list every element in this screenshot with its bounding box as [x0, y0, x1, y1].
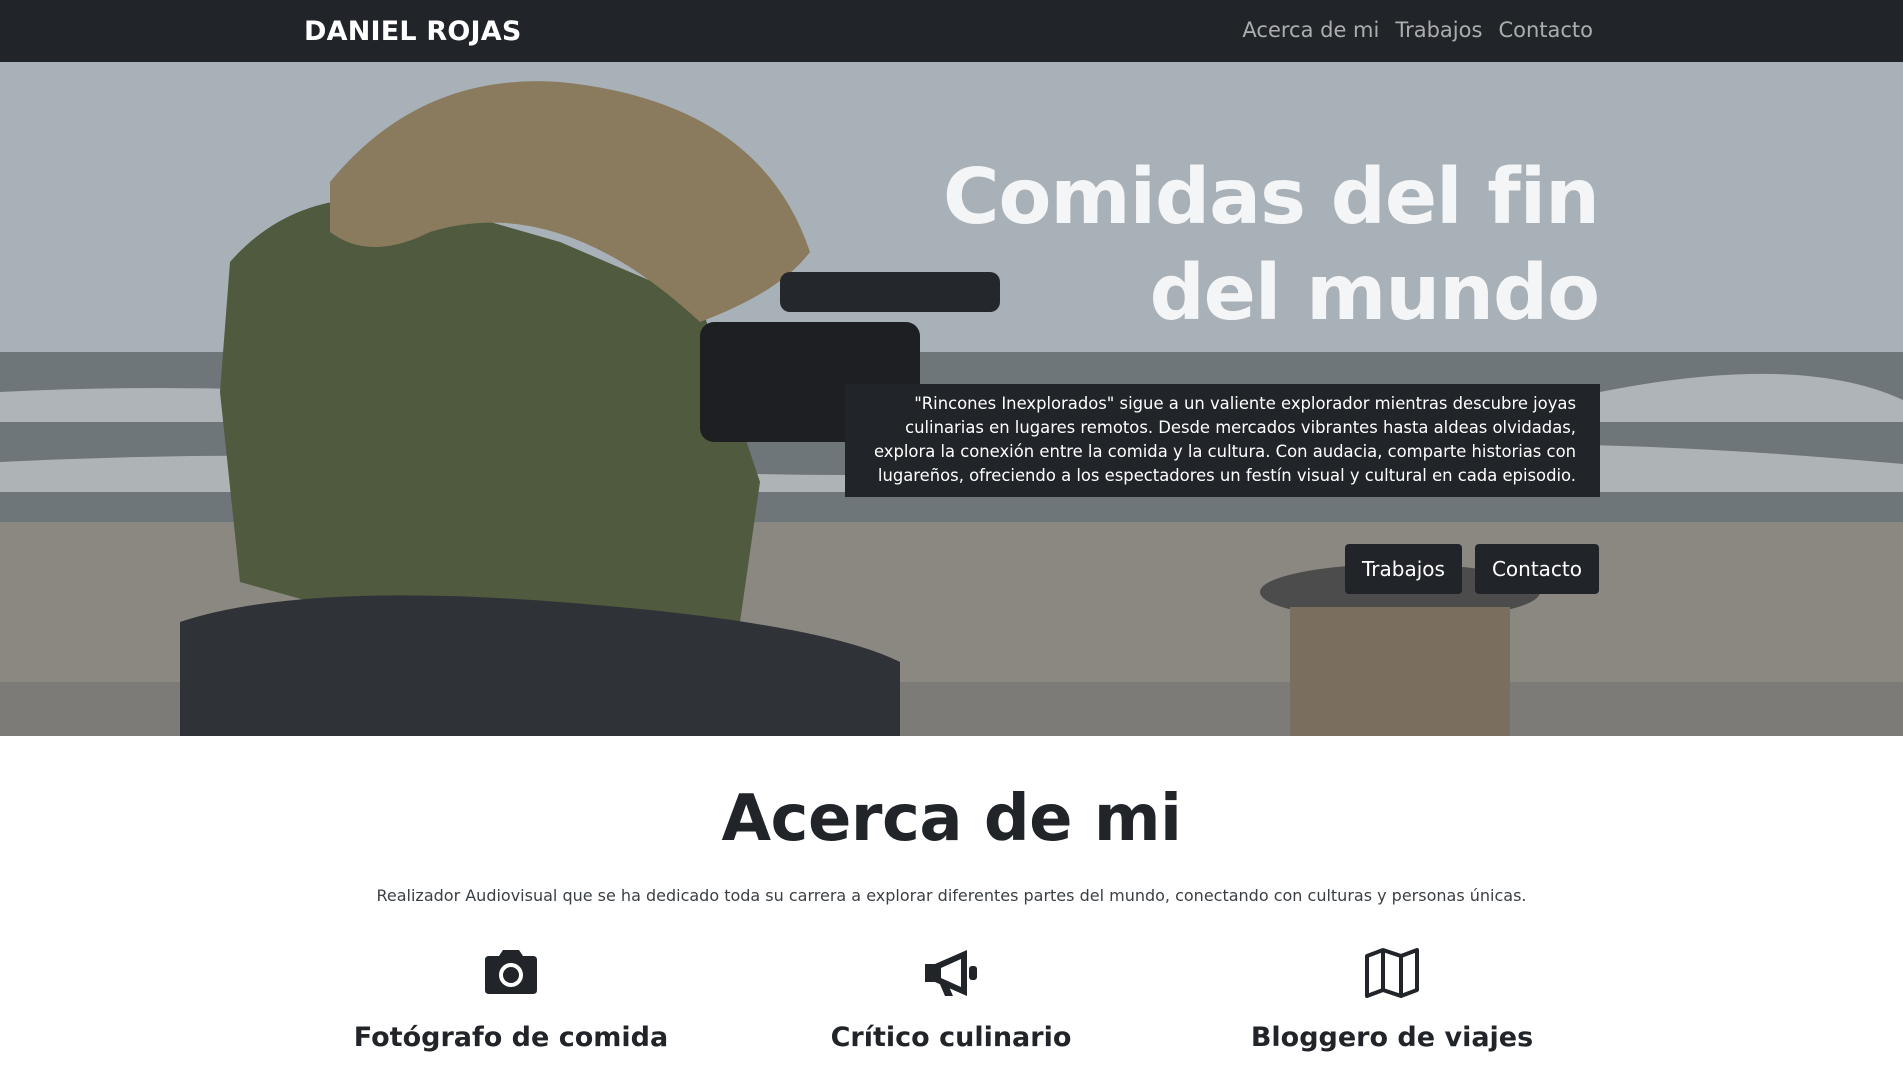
trabajos-button[interactable]: Trabajos: [1345, 544, 1462, 594]
nav-link-trabajos[interactable]: Trabajos: [1395, 18, 1482, 42]
feature-travel-blogger: Bloggero de viajes: [1172, 946, 1612, 1053]
nav-link-contacto[interactable]: Contacto: [1498, 18, 1593, 42]
feature-title-travel-blogger: Bloggero de viajes: [1250, 1022, 1534, 1053]
megaphone-icon: [925, 950, 977, 996]
hero-title-line-1: Comidas del fin: [942, 153, 1600, 242]
feature-food-critic: Crítico culinario: [731, 946, 1171, 1053]
hero-section: Comidas del fin del mundo "Rincones Inexp…: [0, 62, 1903, 736]
feature-food-photographer: Fotógrafo de comida: [291, 946, 731, 1053]
hero-title: Comidas del fin del mundo: [839, 150, 1600, 342]
camera-icon: [485, 950, 537, 994]
map-icon: [1365, 948, 1419, 998]
nav-link-acerca[interactable]: Acerca de mi: [1242, 18, 1379, 42]
nav-links: Acerca de mi Trabajos Contacto: [1242, 18, 1593, 42]
hero-buttons: Trabajos Contacto: [1345, 544, 1599, 594]
features-row: Fotógrafo de comida Crítico culinario Bl…: [0, 946, 1903, 1080]
about-text: Realizador Audiovisual que se ha dedicad…: [376, 886, 1527, 905]
navbar: DANIEL ROJAS Acerca de mi Trabajos Conta…: [0, 0, 1903, 62]
brand-link[interactable]: DANIEL ROJAS: [304, 16, 522, 47]
feature-title-food-critic: Crítico culinario: [830, 1022, 1072, 1053]
about-title: Acerca de mi: [721, 782, 1182, 856]
feature-title-food-photographer: Fotógrafo de comida: [353, 1022, 669, 1053]
contacto-button[interactable]: Contacto: [1474, 544, 1599, 594]
hero-description: "Rincones Inexplorados" sigue a un valie…: [845, 384, 1600, 497]
hero-title-line-2: del mundo: [1149, 249, 1600, 338]
